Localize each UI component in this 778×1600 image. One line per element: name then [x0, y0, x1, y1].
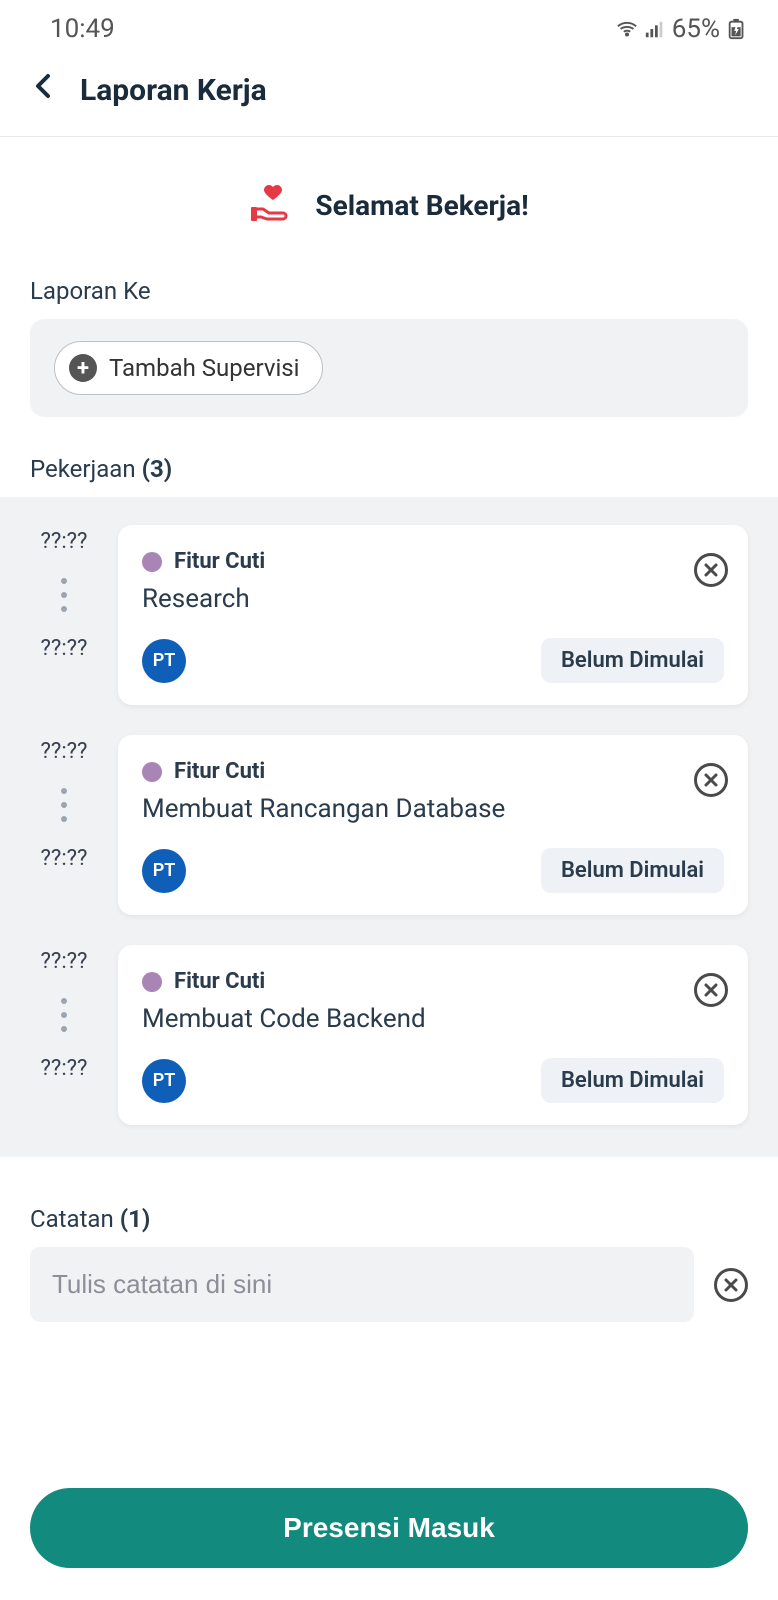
task-tag-name: Fitur Cuti [174, 549, 265, 574]
greeting-text: Selamat Bekerja! [315, 189, 528, 222]
heart-hand-icon [249, 179, 297, 231]
signal-icon [644, 18, 666, 40]
task-row: ??:?? ??:?? Fitur Cuti Membuat Rancangan… [30, 735, 748, 915]
greeting: Selamat Bekerja! [0, 137, 778, 269]
app-header: Laporan Kerja [0, 54, 778, 137]
task-card[interactable]: Fitur Cuti Membuat Code Backend PT Belum… [118, 945, 748, 1125]
status-bar: 10:49 65% [0, 0, 778, 54]
tasks-count: (3) [142, 455, 173, 483]
task-footer: PT Belum Dimulai [142, 848, 724, 893]
battery-text: 65% [672, 14, 720, 44]
supervisi-label: Laporan Ke [0, 269, 778, 319]
task-time-start: ??:?? [41, 739, 88, 764]
task-time-column: ??:?? ??:?? [30, 945, 98, 1125]
chevron-left-icon [34, 72, 52, 100]
task-time-end: ??:?? [41, 1056, 88, 1081]
avatar: PT [142, 1059, 186, 1103]
note-clear-button[interactable] [714, 1268, 748, 1302]
add-supervisi-chip[interactable]: + Tambah Supervisi [54, 341, 323, 395]
task-tag-name: Fitur Cuti [174, 759, 265, 784]
avatar: PT [142, 639, 186, 683]
task-remove-button[interactable] [694, 973, 728, 1007]
task-remove-button[interactable] [694, 553, 728, 587]
task-card[interactable]: Fitur Cuti Research PT Belum Dimulai [118, 525, 748, 705]
task-tag: Fitur Cuti [142, 759, 724, 784]
avatar: PT [142, 849, 186, 893]
task-time-column: ??:?? ??:?? [30, 735, 98, 915]
task-row: ??:?? ??:?? Fitur Cuti Research PT Belum… [30, 525, 748, 705]
notes-count: (1) [120, 1205, 151, 1233]
tag-dot-icon [142, 552, 162, 572]
note-input-row [0, 1247, 778, 1322]
task-footer: PT Belum Dimulai [142, 638, 724, 683]
tag-dot-icon [142, 972, 162, 992]
time-dots-icon [61, 788, 67, 822]
status-time: 10:49 [50, 14, 115, 44]
page-title: Laporan Kerja [80, 73, 267, 108]
task-title: Membuat Code Backend [142, 1004, 724, 1034]
time-dots-icon [61, 578, 67, 612]
task-card[interactable]: Fitur Cuti Membuat Rancangan Database PT… [118, 735, 748, 915]
tasks-label: Pekerjaan [30, 455, 136, 483]
tasks-section-label: Pekerjaan (3) [0, 447, 778, 497]
time-dots-icon [61, 998, 67, 1032]
status-right: 65% [616, 14, 748, 44]
status-badge: Belum Dimulai [541, 1058, 724, 1103]
task-time-end: ??:?? [41, 636, 88, 661]
task-time-end: ??:?? [41, 846, 88, 871]
close-icon [703, 562, 719, 578]
note-input[interactable] [30, 1247, 694, 1322]
status-badge: Belum Dimulai [541, 848, 724, 893]
status-badge: Belum Dimulai [541, 638, 724, 683]
wifi-icon [616, 18, 638, 40]
notes-section-label: Catatan (1) [0, 1197, 778, 1247]
notes-section: Catatan (1) [0, 1157, 778, 1322]
close-icon [703, 772, 719, 788]
close-icon [703, 982, 719, 998]
battery-icon [726, 18, 748, 40]
back-button[interactable] [34, 72, 52, 108]
task-row: ??:?? ??:?? Fitur Cuti Membuat Code Back… [30, 945, 748, 1125]
task-remove-button[interactable] [694, 763, 728, 797]
task-title: Membuat Rancangan Database [142, 794, 724, 824]
supervisi-container: + Tambah Supervisi [30, 319, 748, 417]
plus-icon: + [69, 354, 97, 382]
task-footer: PT Belum Dimulai [142, 1058, 724, 1103]
close-icon [723, 1277, 739, 1293]
task-time-start: ??:?? [41, 529, 88, 554]
task-title: Research [142, 584, 724, 614]
task-time-start: ??:?? [41, 949, 88, 974]
task-list: ??:?? ??:?? Fitur Cuti Research PT Belum… [0, 497, 778, 1157]
task-tag-name: Fitur Cuti [174, 969, 265, 994]
chip-label: Tambah Supervisi [109, 354, 300, 382]
presensi-masuk-button[interactable]: Presensi Masuk [30, 1488, 748, 1568]
task-tag: Fitur Cuti [142, 969, 724, 994]
task-time-column: ??:?? ??:?? [30, 525, 98, 705]
notes-label: Catatan [30, 1205, 114, 1233]
tag-dot-icon [142, 762, 162, 782]
task-tag: Fitur Cuti [142, 549, 724, 574]
